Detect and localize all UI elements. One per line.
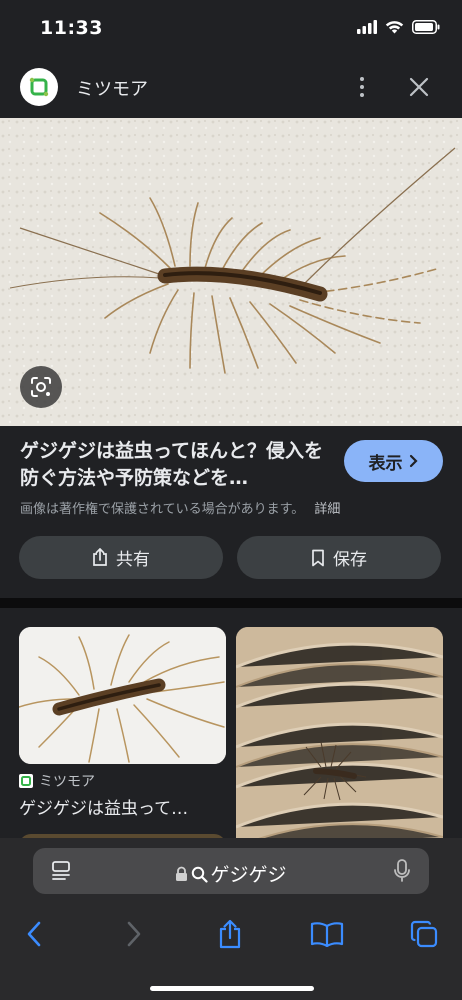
lock-icon (176, 866, 188, 881)
result-title[interactable]: ゲジゲジは益虫ってほんと？侵入を防ぐ方法や予防策などを… (20, 438, 326, 492)
browser-toolbar (0, 900, 462, 1000)
related-source-name: ミツモア (39, 774, 95, 790)
back-icon[interactable] (14, 916, 54, 952)
close-icon[interactable] (404, 72, 434, 102)
centipede-photo (0, 118, 462, 426)
visit-label: 表示 (368, 453, 403, 474)
wifi-icon (385, 21, 404, 34)
share-icon (93, 548, 107, 566)
related-title[interactable]: ゲジゲジは益虫って… (19, 794, 188, 819)
save-button[interactable]: 保存 (237, 536, 441, 579)
address-bar-area: ゲジゲジ (0, 838, 462, 900)
google-lens-icon[interactable] (20, 366, 62, 408)
viewer-header: ミツモア (0, 58, 462, 118)
related-image[interactable] (19, 627, 226, 764)
status-time: 11:33 (40, 17, 103, 39)
status-bar: 11:33 (0, 0, 462, 58)
bookmarks-icon[interactable] (307, 916, 347, 952)
save-label: 保存 (333, 550, 367, 570)
copyright-text: 画像は著作権で保護されている場合があります。 (20, 502, 305, 517)
share-button[interactable]: 共有 (19, 536, 223, 579)
microphone-icon[interactable] (393, 859, 411, 883)
visit-button[interactable]: 表示 (344, 440, 443, 482)
mitsumoa-logo-icon[interactable] (20, 68, 58, 106)
copyright-note: 画像は著作権で保護されている場合があります。 詳細 (20, 498, 340, 517)
chevron-right-icon (409, 454, 418, 468)
tabs-icon[interactable] (404, 916, 444, 952)
cellular-signal-icon (357, 20, 377, 34)
result-image[interactable] (0, 118, 462, 426)
share-label: 共有 (116, 550, 150, 570)
section-divider (0, 598, 462, 608)
url-display[interactable]: ゲジゲジ (33, 860, 429, 887)
site-name[interactable]: ミツモア (76, 75, 148, 101)
mitsumoa-favicon-icon (19, 774, 33, 788)
address-bar[interactable]: ゲジゲジ (33, 848, 429, 894)
forward-icon[interactable] (114, 916, 154, 952)
battery-icon (412, 20, 440, 34)
related-images-grid: ミツモア ゲジゲジは益虫って… (0, 608, 462, 843)
related-image[interactable] (236, 627, 443, 843)
share-icon[interactable] (210, 916, 250, 952)
more-vert-icon[interactable] (350, 72, 374, 102)
details-link[interactable]: 詳細 (314, 502, 340, 517)
home-indicator[interactable] (150, 986, 314, 991)
bookmark-icon (312, 549, 324, 566)
search-icon (192, 866, 209, 883)
related-source[interactable]: ミツモア (19, 771, 95, 791)
status-icons (357, 20, 440, 34)
search-query: ゲジゲジ (210, 864, 287, 886)
result-info: ゲジゲジは益虫ってほんと？侵入を防ぐ方法や予防策などを… 表示 画像は著作権で保… (0, 426, 462, 598)
